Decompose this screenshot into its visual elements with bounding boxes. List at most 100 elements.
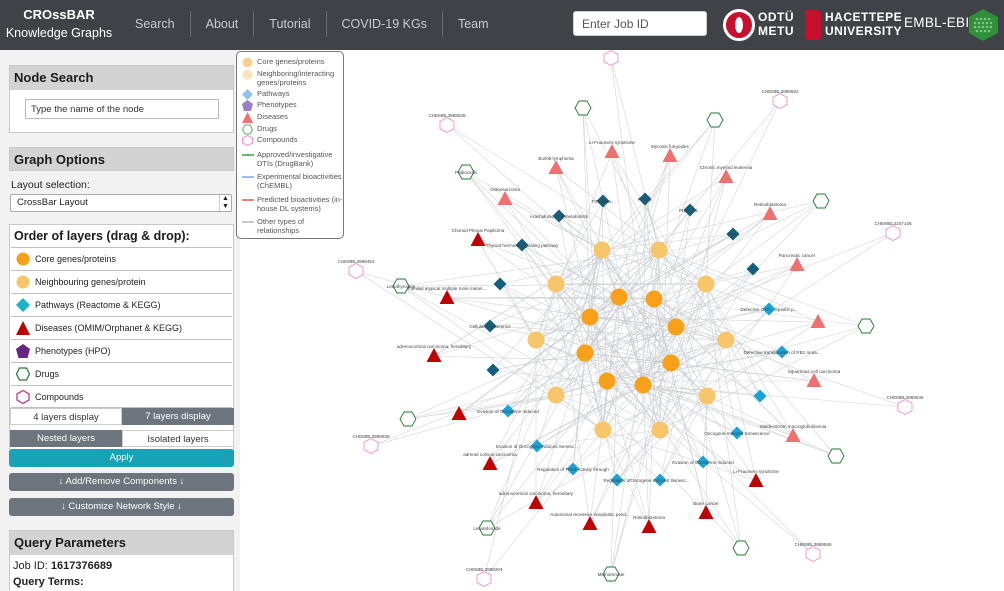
neighbour-gene-node[interactable] — [717, 331, 735, 349]
core-gene-node[interactable] — [667, 318, 685, 336]
core-gene-node[interactable] — [610, 288, 628, 306]
odtu-logo-text[interactable]: ODTÜ METU — [758, 10, 794, 38]
neighbour-gene-node[interactable] — [547, 386, 565, 404]
legend-drugs-label: Drugs — [257, 124, 278, 133]
disease-node[interactable] — [785, 428, 801, 442]
layout-select[interactable]: CrossBar Layout ▲ ▼ — [10, 194, 232, 212]
neighbour-gene-node[interactable] — [527, 331, 545, 349]
seven-layers-display-toggle[interactable]: 7 layers display — [122, 408, 234, 425]
node-search-input[interactable] — [25, 99, 219, 119]
nav-link-covid19-kgs[interactable]: COVID-19 KGs — [325, 11, 442, 37]
layer-item-neighbouring-genes[interactable]: Neighbouring genes/protein — [11, 270, 232, 293]
core-gene-node[interactable] — [662, 354, 680, 372]
neighbour-gene-node[interactable] — [651, 421, 669, 439]
layer-item-phenotypes[interactable]: Phenotypes (HPO) — [11, 339, 232, 362]
disease-node[interactable] — [762, 206, 778, 220]
core-gene-node[interactable] — [634, 376, 652, 394]
compound-node[interactable] — [348, 262, 364, 280]
disease-node[interactable] — [748, 473, 764, 487]
network-graph-canvas[interactable]: TGF-beta... Foxo... PI3K-Akt... Arachidonic… — [240, 50, 1004, 591]
compound-node[interactable] — [476, 570, 492, 588]
graph-node-label: CHEMBL3989592 — [761, 89, 798, 94]
neighbour-gene-node[interactable] — [650, 241, 668, 259]
compound-node[interactable] — [897, 398, 913, 416]
pathway-node[interactable] — [486, 363, 500, 377]
layer-item-diseases[interactable]: Diseases (OMIM/Orphanet & KEGG) — [11, 316, 232, 339]
customize-network-style-button[interactable]: ↓ Customize Network Style ↓ — [9, 498, 234, 516]
four-layers-display-toggle[interactable]: 4 layers display — [10, 408, 122, 425]
sidebar: Node Search Graph Options Layout selecti… — [0, 50, 240, 591]
pathway-node[interactable] — [753, 389, 767, 403]
nav-link-about[interactable]: About — [189, 11, 254, 37]
compound-node[interactable] — [772, 92, 788, 110]
neighbour-gene-node[interactable] — [697, 275, 715, 293]
isolated-layers-toggle[interactable]: Isolated layers — [122, 430, 234, 447]
odtu-logo-icon[interactable] — [723, 9, 755, 41]
neighbour-gene-node[interactable] — [698, 387, 716, 405]
drug-node[interactable] — [706, 112, 724, 128]
neighbour-gene-node[interactable] — [594, 421, 612, 439]
disease-node[interactable] — [718, 169, 734, 183]
legend-edge-other-label: Other types of relationships — [257, 217, 305, 235]
nav-link-search[interactable]: Search — [120, 11, 190, 37]
disease-node[interactable] — [482, 456, 498, 470]
drug-node[interactable] — [812, 193, 830, 209]
disease-node[interactable] — [604, 144, 620, 158]
layer-item-drugs[interactable]: Drugs — [11, 362, 232, 385]
layer-item-label: Diseases (OMIM/Orphanet & KEGG) — [35, 323, 183, 333]
graph-edge — [602, 213, 771, 431]
core-gene-node[interactable] — [581, 308, 599, 326]
compound-node[interactable] — [805, 545, 821, 563]
compound-node[interactable] — [439, 116, 455, 134]
layer-item-core-genes[interactable]: Core genes/proteins — [11, 247, 232, 270]
core-gene-node[interactable] — [576, 344, 594, 362]
disease-node[interactable] — [548, 160, 564, 174]
disease-node[interactable] — [439, 290, 455, 304]
compound-node[interactable] — [603, 50, 619, 67]
core-gene-node[interactable] — [645, 290, 663, 308]
disease-node[interactable] — [810, 314, 826, 328]
hacettepe-logo-text[interactable]: HACETTEPE UNIVERSITY — [825, 10, 902, 38]
hacettepe-logo-icon[interactable] — [805, 10, 821, 40]
embl-ebi-logo-text[interactable]: EMBL-EBI — [904, 15, 969, 30]
disease-node[interactable] — [789, 257, 805, 271]
drug-node[interactable] — [857, 318, 875, 334]
graph-node-label: Lenalidomide — [473, 526, 501, 531]
add-remove-components-button[interactable]: ↓ Add/Remove Components ↓ — [9, 473, 234, 491]
layer-item-compounds[interactable]: Compounds — [11, 385, 232, 408]
disease-node[interactable] — [806, 373, 822, 387]
brand-logo[interactable]: CROssBAR Knowledge Graphs — [4, 6, 114, 42]
core-gene-node[interactable] — [598, 372, 616, 390]
neighbour-gene-node[interactable] — [593, 241, 611, 259]
disease-node[interactable] — [662, 148, 678, 162]
pathway-node[interactable] — [493, 277, 507, 291]
disease-node[interactable] — [582, 516, 598, 530]
disease-node[interactable] — [497, 191, 513, 205]
disease-node[interactable] — [641, 519, 657, 533]
drug-node[interactable] — [574, 100, 592, 116]
embl-ebi-logo-icon[interactable] — [967, 7, 1000, 43]
graph-edge — [555, 176, 727, 285]
nav-links: Search About Tutorial COVID-19 KGs Team — [120, 11, 504, 37]
network-graph-svg[interactable]: TGF-beta... Foxo... PI3K-Akt... Arachidonic… — [240, 50, 1004, 591]
layer-item-pathways[interactable]: Pathways (Reactome & KEGG) — [11, 293, 232, 316]
compound-node[interactable] — [363, 437, 379, 455]
nav-link-tutorial[interactable]: Tutorial — [253, 11, 325, 37]
disease-node[interactable] — [426, 348, 442, 362]
disease-node[interactable] — [470, 232, 486, 246]
legend-edge-approved-label: Approved/investigative DTIs (DrugBank) — [257, 150, 333, 168]
apply-button[interactable]: Apply — [9, 449, 234, 467]
job-id-input[interactable] — [573, 11, 707, 36]
nested-layers-toggle[interactable]: Nested layers — [10, 430, 122, 447]
neighbour-gene-circle-icon — [16, 275, 30, 289]
drug-node[interactable] — [827, 448, 845, 464]
nav-link-team[interactable]: Team — [441, 11, 504, 37]
drug-node[interactable] — [399, 411, 417, 427]
graph-legend: Core genes/proteins Neighboring/interact… — [236, 51, 344, 239]
compound-node[interactable] — [885, 224, 901, 242]
grey-line-icon — [242, 221, 254, 223]
neighbour-gene-node[interactable] — [547, 275, 565, 293]
graph-node-label: Levothyroxine — [387, 284, 416, 289]
drug-node[interactable] — [732, 540, 750, 556]
graph-node-label: adrenal cortical carcinoma — [463, 452, 517, 457]
